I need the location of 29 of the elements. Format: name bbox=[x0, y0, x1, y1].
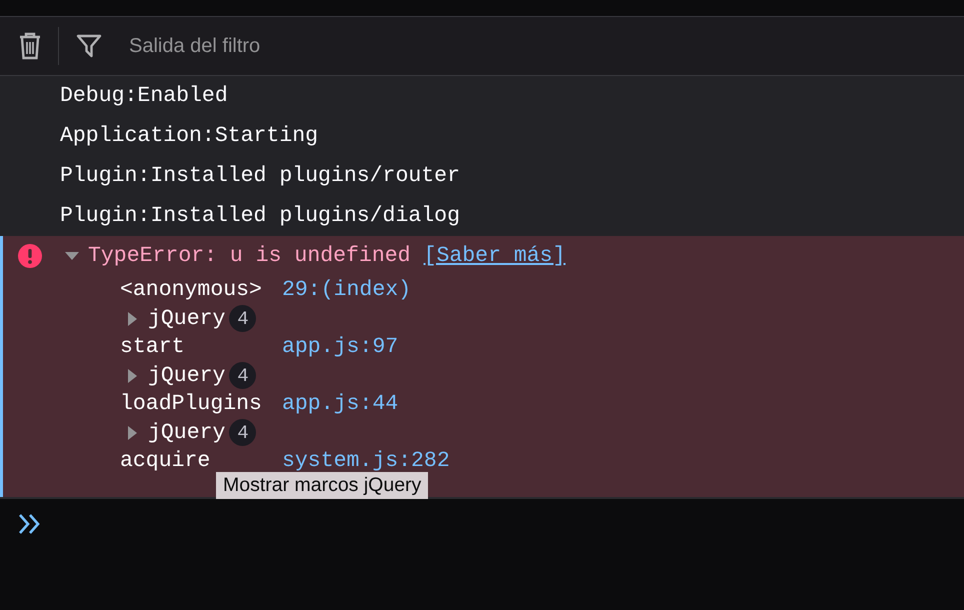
log-message: Application:Starting bbox=[60, 124, 318, 148]
log-message: Debug:Enabled bbox=[60, 84, 228, 108]
source-location-link[interactable]: 29:(index) bbox=[282, 278, 412, 302]
function-name: acquire bbox=[120, 449, 212, 474]
function-name: <anonymous> bbox=[120, 278, 263, 302]
source-location-link[interactable]: system.js:282 bbox=[282, 449, 450, 474]
filter-icon[interactable] bbox=[75, 32, 103, 60]
log-message: Plugin:Installed plugins/dialog bbox=[60, 204, 460, 228]
error-icon bbox=[17, 243, 43, 269]
source-location-link[interactable]: app.js:44 bbox=[282, 392, 398, 416]
function-name: start bbox=[120, 335, 186, 360]
expand-arrow-icon[interactable] bbox=[126, 424, 138, 442]
count-badge: 4 bbox=[229, 362, 256, 390]
frame-group-label[interactable]: jQuery bbox=[148, 364, 226, 388]
trash-icon[interactable] bbox=[18, 31, 42, 61]
count-badge: 4 bbox=[229, 305, 256, 332]
filter-field[interactable]: Salida del filtro bbox=[127, 34, 531, 58]
expand-arrow-icon[interactable] bbox=[126, 366, 138, 385]
frame-group-label[interactable]: jQuery bbox=[148, 306, 226, 331]
function-name: loadPlugins bbox=[120, 392, 263, 416]
frame-group-label[interactable]: jQuery bbox=[148, 420, 226, 445]
log-message: Plugin:Installed plugins/router bbox=[60, 164, 460, 188]
count-badge: 4 bbox=[229, 419, 256, 446]
learn-more-link[interactable]: [Saber más] bbox=[424, 244, 566, 268]
source-location-link[interactable]: app.js:97 bbox=[282, 335, 398, 360]
expand-arrow-icon[interactable] bbox=[64, 250, 80, 262]
expand-arrow-icon[interactable] bbox=[126, 310, 138, 328]
tooltip: Mostrar marcos jQuery bbox=[216, 472, 428, 499]
error-text: TypeError: u is undefined bbox=[88, 244, 411, 268]
